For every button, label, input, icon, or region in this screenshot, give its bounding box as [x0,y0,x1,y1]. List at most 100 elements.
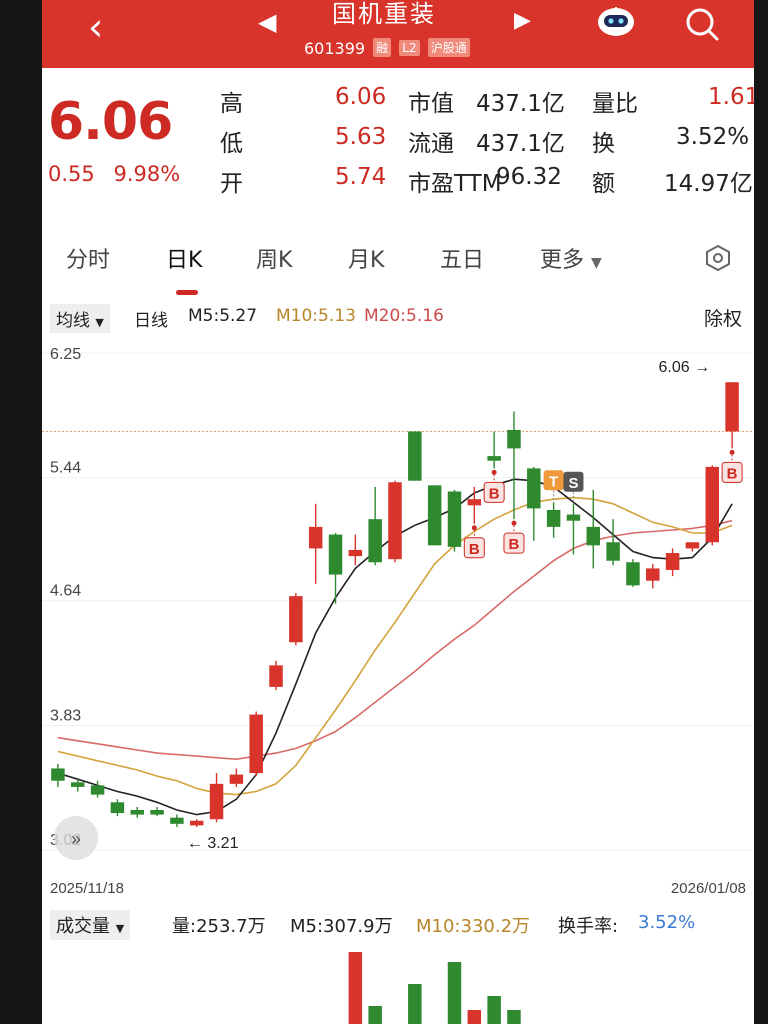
candle-body [249,714,263,774]
volume-bar [408,984,422,1024]
ex-rights-toggle[interactable]: 除权 [704,304,742,331]
y-tick-label: 6.25 [50,346,81,363]
mktcap-value: 437.1亿 [476,91,565,117]
tab-monthly-k[interactable]: 月K [348,242,384,274]
candle-body [348,549,363,557]
candle-body [665,553,680,570]
high-value: 6.06 [335,84,387,110]
candle-body [368,519,382,563]
chevron-down-icon: ▼ [115,922,125,935]
candle-body [388,482,402,560]
pe-label: 市盈TTM [408,171,502,197]
candle-body [328,534,343,575]
x-start-label: 2025/11/18 [50,880,124,897]
signal-label: T [549,473,558,490]
candle-body [408,431,422,481]
max-price-label: 6.06 → [658,359,710,376]
float-label: 流通 [408,131,454,157]
quote-panel: 6.06 0.55 9.98% 高 6.06 市值 437.1亿 量比 1.61… [42,68,754,228]
volume-bar [348,952,363,1024]
quote-row-3: 开 5.74 市盈TTM 96.32 额 14.97亿 [220,164,754,198]
mktcap-label: 市值 [408,91,454,117]
assistant-robot-icon[interactable] [596,4,636,38]
volume-chart[interactable] [42,944,754,1024]
change-percent: 9.98% [113,162,181,186]
tab-intraday[interactable]: 分时 [66,242,110,274]
kline-chart[interactable]: 6.255.444.643.833.02BBBTSB6.06 →← 3.21»2… [42,336,754,906]
chart-settings-icon[interactable] [704,244,732,272]
last-price: 6.06 [48,92,173,152]
ma10-legend: M10:5.13 [276,306,356,326]
change-value: 0.55 [48,162,95,186]
turnover-label: 换 [592,131,615,157]
ma5-legend: M5:5.27 [188,306,258,326]
low-label: 低 [220,131,243,157]
pe-value: 96.32 [496,164,562,190]
candle-body [447,491,462,547]
ma-legend-bar: 均线 ▼ 日线 M5:5.27 M10:5.13 M20:5.16 除权 [42,302,754,333]
l2-badge: L2 [399,40,420,56]
volume-bar [447,962,462,1024]
amount-label: 额 [592,171,615,197]
back-icon[interactable]: ‹ [88,8,103,46]
x-end-label: 2026/01/08 [671,880,746,897]
signal-label: B [509,536,520,553]
tab-weekly-k[interactable]: 周K [256,242,292,274]
signal-label: B [469,541,480,558]
candle-body [229,774,244,784]
quote-row-1: 高 6.06 市值 437.1亿 量比 1.61 [220,84,754,118]
candle-body [209,783,224,820]
turnover-value: 3.52% [676,124,750,150]
tab-more-label: 更多 [540,248,585,273]
candle-body [586,526,601,546]
y-tick-label: 4.64 [50,583,81,600]
connect-badge: 沪股通 [427,38,470,57]
volratio-label: 量比 [592,91,638,117]
tab-daily-k[interactable]: 日K [166,242,202,274]
candle-body [606,542,620,561]
candle-body [289,596,303,643]
search-icon[interactable] [682,4,722,44]
candle-body [170,817,184,824]
candle-body [51,768,65,781]
low-value: 5.63 [335,124,387,150]
candle-body [507,429,521,449]
candle-body [527,468,541,509]
amount-value: 14.97亿 [664,171,753,197]
chevron-down-icon: ▼ [95,316,104,329]
chart-background [42,336,754,906]
prev-stock-icon[interactable]: ◀ [258,8,276,36]
candle-body [705,466,719,543]
candle-body [685,542,700,549]
min-price-label: ← 3.21 [187,835,239,852]
candle-body [725,382,739,432]
open-value: 5.74 [335,164,387,190]
candle-body [487,456,501,461]
volume-bar [368,1006,382,1024]
volume-selector-label: 成交量 [56,916,110,937]
volume-selector[interactable]: 成交量 ▼ [50,910,131,940]
volume-bar [487,996,501,1024]
volume-value: 量:253.7万 [172,916,266,937]
candle-body [150,809,164,815]
signal-dot [511,520,517,526]
volume-legend-bar: 成交量 ▼ 量:253.7万 M5:307.9万 M10:330.2万 换手率:… [42,906,754,942]
next-stock-icon[interactable]: ▶ [514,8,531,33]
tab-five-day[interactable]: 五日 [440,242,484,274]
stock-name: 国机重装 [332,0,436,28]
tab-more[interactable]: 更多 ▼ [540,242,602,274]
phone-screen: ‹ ◀ 国机重装 601399 融 L2 沪股通 ▶ 6.06 0.55 9.9… [42,0,754,1024]
candle-body [626,562,640,586]
active-tab-indicator [176,290,198,295]
candle-body [566,514,581,521]
volratio-value: 1.61 [708,84,754,110]
y-tick-label: 5.44 [50,460,81,477]
ma-selector[interactable]: 均线 ▼ [50,304,110,333]
volume-bar [507,1010,521,1024]
ma20-legend: M20:5.16 [364,306,444,326]
volume-m5: M5:307.9万 [290,916,393,937]
float-value: 437.1亿 [476,131,565,157]
period-tabs: 分时 日K 周K 月K 五日 更多 ▼ [42,238,754,295]
candle-body [269,665,283,687]
candle-body [71,782,85,787]
